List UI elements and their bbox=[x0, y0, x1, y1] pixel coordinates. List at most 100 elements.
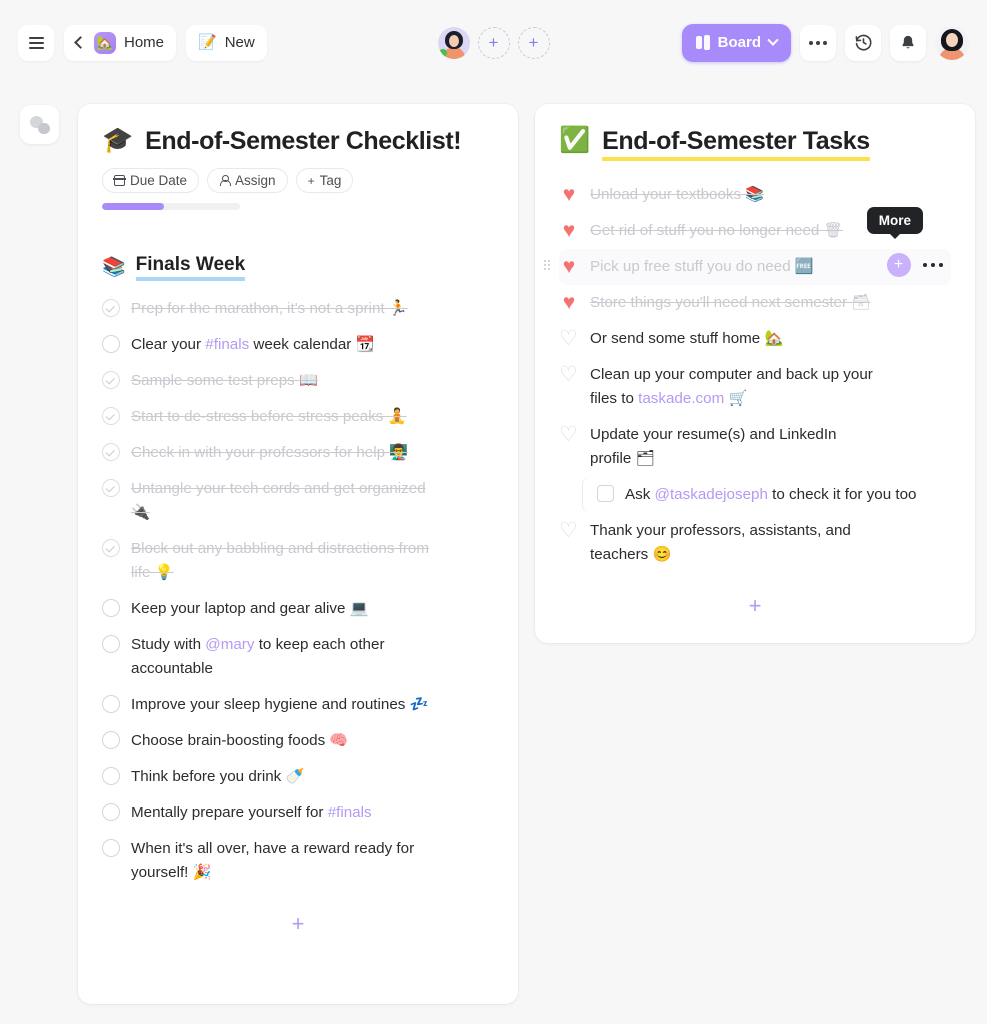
checkbox-unchecked[interactable] bbox=[102, 695, 120, 714]
tag-chip[interactable]: + Tag bbox=[295, 168, 354, 193]
top-toolbar: 🏡 Home 📝 New + + Board bbox=[0, 0, 987, 85]
menu-button[interactable] bbox=[18, 24, 54, 61]
tasks-items: Unload your textbooks 📚 Get rid of stuff… bbox=[544, 177, 951, 573]
avatar[interactable] bbox=[437, 26, 470, 59]
list-item-label: Start to de-stress before stress peaks 🧘 bbox=[131, 408, 407, 426]
add-item-button[interactable]: + bbox=[102, 913, 494, 935]
list-item[interactable]: Keep your laptop and gear alive 💻 bbox=[102, 591, 494, 627]
list-item-label: Check in with your professors for help 👨… bbox=[131, 444, 409, 462]
list-item[interactable]: Start to de-stress before stress peaks 🧘 bbox=[102, 399, 494, 435]
list-item-label: Think before you drink 🍼 bbox=[131, 768, 305, 786]
list-item[interactable]: Sample some test preps 📖 bbox=[102, 363, 494, 399]
page-title: End-of-Semester Tasks bbox=[602, 126, 870, 161]
assign-label: Assign bbox=[235, 173, 276, 188]
check-mark-icon: ✅ bbox=[559, 126, 591, 154]
history-button[interactable] bbox=[845, 24, 881, 61]
notifications-button[interactable] bbox=[890, 24, 926, 61]
invite-member-button[interactable]: + bbox=[477, 26, 510, 59]
checkbox-checked[interactable] bbox=[102, 371, 120, 390]
checklist-items: Prep for the marathon, it's not a sprint… bbox=[102, 291, 494, 891]
assign-chip[interactable]: Assign bbox=[207, 168, 288, 193]
checkbox-checked[interactable] bbox=[102, 539, 120, 558]
checkbox-unchecked[interactable] bbox=[102, 839, 120, 858]
list-item[interactable]: Store things you'll need next semester 🗃 bbox=[559, 285, 951, 321]
add-subtask-button[interactable]: + bbox=[886, 253, 911, 278]
list-item-label: Or send some stuff home 🏡 bbox=[590, 330, 784, 348]
list-item[interactable]: Clean up your computer and back up your … bbox=[559, 357, 951, 417]
list-item[interactable]: Choose brain-boosting foods 🧠 bbox=[102, 723, 494, 759]
list-item-label: Update your resume(s) and LinkedIn profi… bbox=[590, 426, 837, 468]
drag-handle-icon[interactable] bbox=[544, 260, 550, 271]
toolbar-left-group: 🏡 Home 📝 New bbox=[18, 24, 267, 61]
list-item[interactable]: Update your resume(s) and LinkedIn profi… bbox=[559, 417, 951, 477]
due-date-chip[interactable]: Due Date bbox=[102, 168, 200, 193]
checkbox-unchecked[interactable] bbox=[102, 635, 120, 654]
list-item[interactable]: Check in with your professors for help 👨… bbox=[102, 435, 494, 471]
list-item-label: Mentally prepare yourself for #finals bbox=[131, 804, 372, 822]
checkbox-unchecked[interactable] bbox=[102, 731, 120, 750]
checkbox-unchecked[interactable] bbox=[102, 335, 120, 354]
new-button[interactable]: 📝 New bbox=[186, 24, 267, 61]
list-item[interactable]: Study with @mary to keep each other acco… bbox=[102, 627, 494, 687]
list-item[interactable]: Clear your #finals week calendar 📆 bbox=[102, 327, 494, 363]
add-item-button[interactable]: + bbox=[559, 595, 951, 617]
section-title: Finals Week bbox=[135, 254, 246, 281]
heart-checkbox-unchecked[interactable] bbox=[559, 330, 579, 348]
home-label: Home bbox=[124, 34, 165, 51]
hashtag-finals[interactable]: #finals bbox=[328, 804, 372, 821]
chat-panel-button[interactable] bbox=[20, 105, 59, 144]
row-more-button[interactable] bbox=[921, 257, 946, 274]
checkbox-unchecked[interactable] bbox=[102, 767, 120, 786]
list-item[interactable]: Thank your professors, assistants, and t… bbox=[559, 513, 951, 573]
card-tasks: ✅ End-of-Semester Tasks Unload your text… bbox=[535, 104, 975, 644]
card-title-row: 🎓 End-of-Semester Checklist! bbox=[102, 126, 494, 156]
add-member-button[interactable]: + bbox=[517, 26, 550, 59]
chat-bubbles-icon bbox=[29, 115, 50, 134]
heart-checkbox-unchecked[interactable] bbox=[559, 426, 579, 444]
hashtag-finals[interactable]: #finals bbox=[205, 336, 249, 353]
list-item[interactable]: Think before you drink 🍼 bbox=[102, 759, 494, 795]
heart-checkbox-checked[interactable] bbox=[559, 186, 579, 204]
list-item-label: Thank your professors, assistants, and t… bbox=[590, 522, 851, 564]
board-layout-icon bbox=[695, 35, 710, 50]
graduation-cap-icon: 🎓 bbox=[102, 126, 134, 154]
list-item[interactable]: Block out any babbling and distractions … bbox=[102, 531, 494, 591]
checkbox-unchecked[interactable] bbox=[102, 803, 120, 822]
view-label: Board bbox=[717, 34, 761, 51]
list-item-label: Improve your sleep hygiene and routines … bbox=[131, 696, 429, 714]
list-item[interactable]: When it's all over, have a reward ready … bbox=[102, 831, 494, 891]
progress-bar bbox=[102, 203, 240, 210]
home-workspace-icon: 🏡 bbox=[94, 31, 116, 54]
heart-checkbox-checked[interactable] bbox=[559, 222, 579, 240]
list-item[interactable]: Improve your sleep hygiene and routines … bbox=[102, 687, 494, 723]
checkbox-checked[interactable] bbox=[102, 299, 120, 317]
list-item-sub[interactable]: Ask @taskadejoseph to check it for you t… bbox=[582, 477, 951, 514]
heart-checkbox-unchecked[interactable] bbox=[559, 522, 579, 540]
view-switcher-board[interactable]: Board bbox=[681, 23, 791, 62]
list-item-hovered[interactable]: Pick up free stuff you do need 🆓 More + bbox=[544, 207, 951, 286]
list-item-label: Store things you'll need next semester 🗃 bbox=[590, 294, 871, 312]
checkbox-checked[interactable] bbox=[102, 407, 120, 426]
list-item[interactable]: Or send some stuff home 🏡 bbox=[559, 321, 951, 357]
person-icon bbox=[219, 175, 232, 186]
list-item[interactable]: Mentally prepare yourself for #finals bbox=[102, 795, 494, 831]
more-options-button[interactable] bbox=[800, 24, 836, 61]
home-button[interactable]: 🏡 Home bbox=[64, 24, 177, 61]
checkbox-unchecked[interactable] bbox=[102, 599, 120, 618]
user-avatar[interactable] bbox=[935, 25, 969, 60]
checkbox-checked[interactable] bbox=[102, 443, 120, 462]
checkbox-unchecked[interactable] bbox=[597, 485, 614, 503]
list-item[interactable]: Untangle your tech cords and get organiz… bbox=[102, 471, 494, 531]
link-taskade[interactable]: taskade.com bbox=[638, 390, 724, 407]
mention-mary[interactable]: @mary bbox=[205, 636, 254, 653]
list-item-label: Pick up free stuff you do need 🆓 bbox=[590, 258, 814, 276]
mention-taskadejoseph[interactable]: @taskadejoseph bbox=[655, 486, 768, 503]
card-checklist: 🎓 End-of-Semester Checklist! Due Date As… bbox=[78, 104, 518, 1004]
tooltip-more: More bbox=[866, 207, 923, 235]
checkbox-checked[interactable] bbox=[102, 479, 120, 498]
card-meta-chips: Due Date Assign + Tag bbox=[102, 168, 494, 193]
heart-checkbox-checked[interactable] bbox=[559, 258, 579, 276]
heart-checkbox-checked[interactable] bbox=[559, 294, 579, 312]
list-item[interactable]: Prep for the marathon, it's not a sprint… bbox=[102, 291, 494, 327]
heart-checkbox-unchecked[interactable] bbox=[559, 366, 579, 384]
